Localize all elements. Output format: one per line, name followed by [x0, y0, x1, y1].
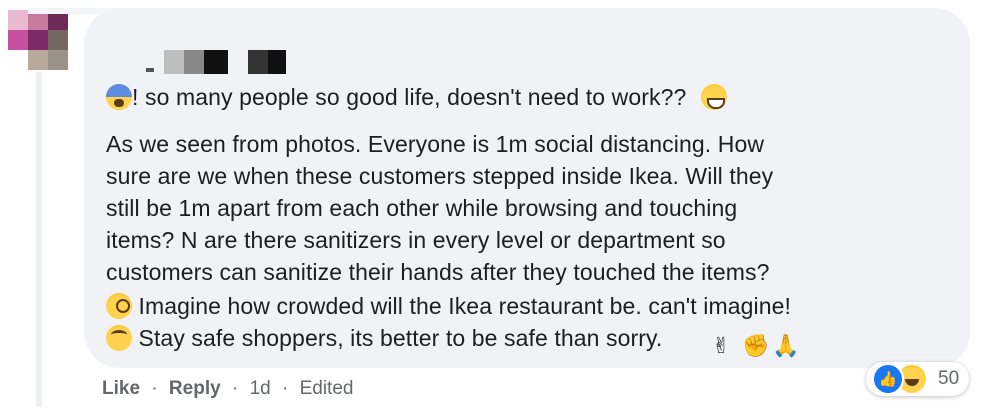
reaction-summary[interactable]: 👍 50 [866, 362, 970, 396]
fearful-face-icon [106, 84, 132, 110]
face-rolling-eyes-icon [106, 325, 132, 351]
reaction-count: 50 [938, 368, 960, 389]
avatar[interactable] [8, 10, 68, 70]
victory-hand-icon: ✌ [712, 333, 731, 358]
separator: · [281, 378, 289, 399]
comment-line-6: customers can sanitize their hands after… [106, 259, 770, 285]
comment-actions: Like · Reply · 1d · Edited [102, 378, 353, 400]
folded-hands-icon: 🙏 [772, 333, 800, 358]
comment-line-2: As we seen from photos. Everyone is 1m s… [106, 131, 765, 157]
comment-line-4: still be 1m apart from each other while … [106, 195, 738, 221]
edited-label[interactable]: Edited [300, 378, 354, 399]
oncoming-fist-icon: ✊ [742, 333, 770, 358]
face-with-monocle-icon [106, 293, 132, 319]
comment-line-7: Imagine how crowded will the Ikea restau… [106, 291, 791, 321]
timestamp-link[interactable]: 1d [250, 378, 271, 399]
reply-link[interactable]: Reply [169, 378, 221, 399]
like-reaction-icon: 👍 [872, 363, 904, 395]
like-link[interactable]: Like [102, 378, 140, 399]
comment-line-1: ! so many people so good life, doesn't n… [106, 82, 727, 112]
comment-line-8: Stay safe shoppers, its better to be saf… [106, 323, 662, 353]
thread-line [36, 72, 42, 407]
grinning-sweat-icon [700, 84, 727, 110]
separator: · [231, 378, 239, 399]
comment-bubble: ! so many people so good life, doesn't n… [84, 8, 970, 368]
comment-line-5: items? N are there sanitizers in every l… [106, 227, 726, 253]
separator: · [151, 378, 158, 399]
comment-line-3: sure are we when these customers stepped… [106, 163, 774, 189]
